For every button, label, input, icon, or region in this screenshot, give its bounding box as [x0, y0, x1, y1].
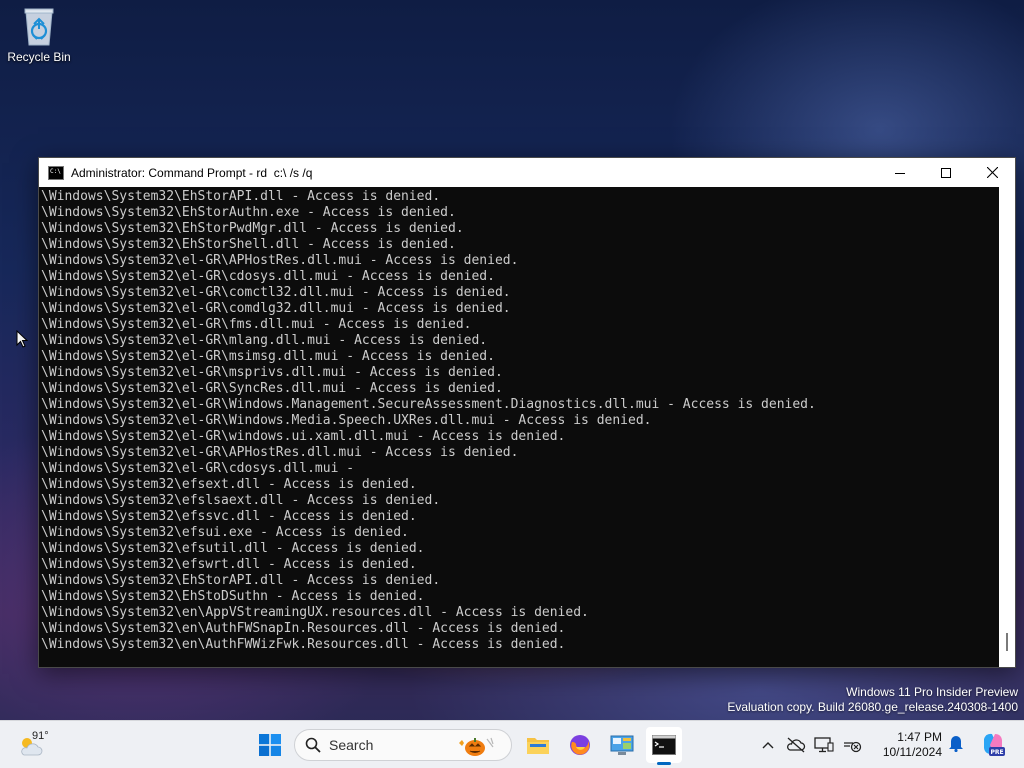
system-tray [754, 729, 866, 761]
command-prompt-taskbar-icon [652, 735, 676, 755]
watermark-build: Evaluation copy. Build 26080.ge_release.… [727, 700, 1018, 714]
console-line: \Windows\System32\el-GR\APHostRes.dll.mu… [41, 253, 519, 268]
scrollbar-thumb[interactable] [1006, 633, 1008, 651]
notification-bell-icon [949, 736, 963, 753]
console-line: \Windows\System32\EhStorAuthn.exe - Acce… [41, 205, 456, 220]
onedrive-button[interactable] [782, 729, 810, 761]
command-prompt-taskbar-button[interactable] [646, 727, 682, 765]
window-controls [877, 158, 1015, 187]
network-button[interactable] [838, 729, 866, 761]
watermark-edition: Windows 11 Pro Insider Preview [846, 685, 1018, 699]
console-line: \Windows\System32\efswrt.dll - Access is… [41, 557, 417, 572]
command-prompt-window[interactable]: Administrator: Command Prompt - rd c:\ /… [38, 157, 1016, 668]
console-line: \Windows\System32\el-GR\APHostRes.dll.mu… [41, 445, 519, 460]
console-line: \Windows\System32\EhStorAPI.dll - Access… [41, 189, 441, 204]
taskbar-clock[interactable]: 1:47 PM 10/11/2024 [872, 730, 942, 760]
recycle-bin-label: Recycle Bin [7, 50, 71, 64]
console-line: \Windows\System32\el-GR\SyncRes.dll.mui … [41, 381, 503, 396]
windows-logo-icon [259, 734, 281, 756]
halloween-pumpkin-icon [459, 737, 494, 756]
console-line: \Windows\System32\EhStorPwdMgr.dll - Acc… [41, 221, 464, 236]
taskbar-search-box[interactable]: Search [294, 729, 512, 761]
console-line: \Windows\System32\el-GR\Windows.Manageme… [41, 397, 816, 412]
recycle-bin-desktop-icon[interactable]: Recycle Bin [6, 6, 72, 64]
console-line: \Windows\System32\efsui.exe - Access is … [41, 525, 409, 540]
console-line: \Windows\System32\el-GR\mlang.dll.mui - … [41, 333, 488, 348]
console-line: \Windows\System32\el-GR\windows.ui.xaml.… [41, 429, 566, 444]
weather-widget[interactable]: 91° [18, 729, 58, 761]
monitor-icon [814, 737, 834, 753]
network-disconnected-icon [844, 741, 862, 753]
window-titlebar[interactable]: Administrator: Command Prompt - rd c:\ /… [39, 158, 1015, 187]
maximize-icon [941, 167, 951, 178]
command-prompt-icon [48, 165, 64, 180]
minimize-button[interactable] [877, 158, 923, 187]
mouse-cursor-icon [16, 330, 28, 348]
console-line: \Windows\System32\efsutil.dll - Access i… [41, 541, 425, 556]
taskbar: 91° Search 1:47 PM 10/11/2024 PRE [0, 720, 1024, 768]
notifications-button[interactable] [948, 734, 964, 756]
search-placeholder: Search [329, 737, 374, 753]
taskbar-apps: Search [252, 725, 688, 765]
console-output[interactable]: \Windows\System32\EhStorAPI.dll - Access… [39, 187, 999, 667]
show-hidden-icons-button[interactable] [754, 729, 782, 761]
console-line: \Windows\System32\efssvc.dll - Access is… [41, 509, 417, 524]
clock-time: 1:47 PM [897, 730, 942, 744]
chevron-up-icon [762, 742, 774, 749]
console-line: \Windows\System32\el-GR\comdlg32.dll.mui… [41, 301, 511, 316]
search-icon [305, 737, 321, 753]
maximize-button[interactable] [923, 158, 969, 187]
close-button[interactable] [969, 158, 1015, 187]
console-line: \Windows\System32\el-GR\fms.dll.mui - Ac… [41, 317, 472, 332]
console-line: \Windows\System32\el-GR\comctl32.dll.mui… [41, 285, 511, 300]
start-button[interactable] [252, 727, 288, 763]
clock-date: 10/11/2024 [882, 745, 942, 759]
folder-icon [527, 738, 549, 754]
console-line: \Windows\System32\el-GR\Windows.Media.Sp… [41, 413, 652, 428]
console-line: \Windows\System32\el-GR\msimsg.dll.mui -… [41, 349, 495, 364]
weather-temperature: 91° [32, 730, 49, 742]
console-line: \Windows\System32\el-GR\cdosys.dll.mui - [41, 461, 355, 476]
console-line: \Windows\System32\EhStorShell.dll - Acce… [41, 237, 456, 252]
copilot-button[interactable]: PRE [980, 731, 1006, 761]
close-icon [986, 167, 998, 178]
console-line: \Windows\System32\el-GR\cdosys.dll.mui -… [41, 269, 495, 284]
console-line: \Windows\System32\EhStorAPI.dll - Access… [41, 573, 441, 588]
display-button[interactable] [810, 729, 838, 761]
control-panel-icon [610, 735, 634, 755]
recycle-bin-icon [22, 6, 56, 46]
console-line: \Windows\System32\en\AppVStreamingUX.res… [41, 605, 589, 620]
console-line: \Windows\System32\el-GR\msprivs.dll.mui … [41, 365, 503, 380]
console-line: \Windows\System32\en\AuthFWWizFwk.Resour… [41, 637, 566, 652]
vertical-scrollbar[interactable] [999, 187, 1015, 667]
console-line: \Windows\System32\EhStoDSuthn - Access i… [41, 589, 425, 604]
console-line: \Windows\System32\efsext.dll - Access is… [41, 477, 417, 492]
control-panel-button[interactable] [604, 727, 640, 763]
file-explorer-button[interactable] [520, 727, 556, 763]
console-line: \Windows\System32\en\AuthFWSnapIn.Resour… [41, 621, 566, 636]
svg-text:PRE: PRE [990, 749, 1003, 756]
copilot-pre-icon: PRE [984, 733, 1005, 756]
firefox-icon [570, 735, 590, 755]
console-line: \Windows\System32\efslsaext.dll - Access… [41, 493, 441, 508]
window-title: Administrator: Command Prompt - rd c:\ /… [71, 165, 313, 180]
windows-watermark: Windows 11 Pro Insider Preview Evaluatio… [727, 685, 1018, 715]
cloud-offline-icon [787, 737, 806, 753]
minimize-icon [895, 172, 905, 174]
firefox-button[interactable] [562, 727, 598, 763]
